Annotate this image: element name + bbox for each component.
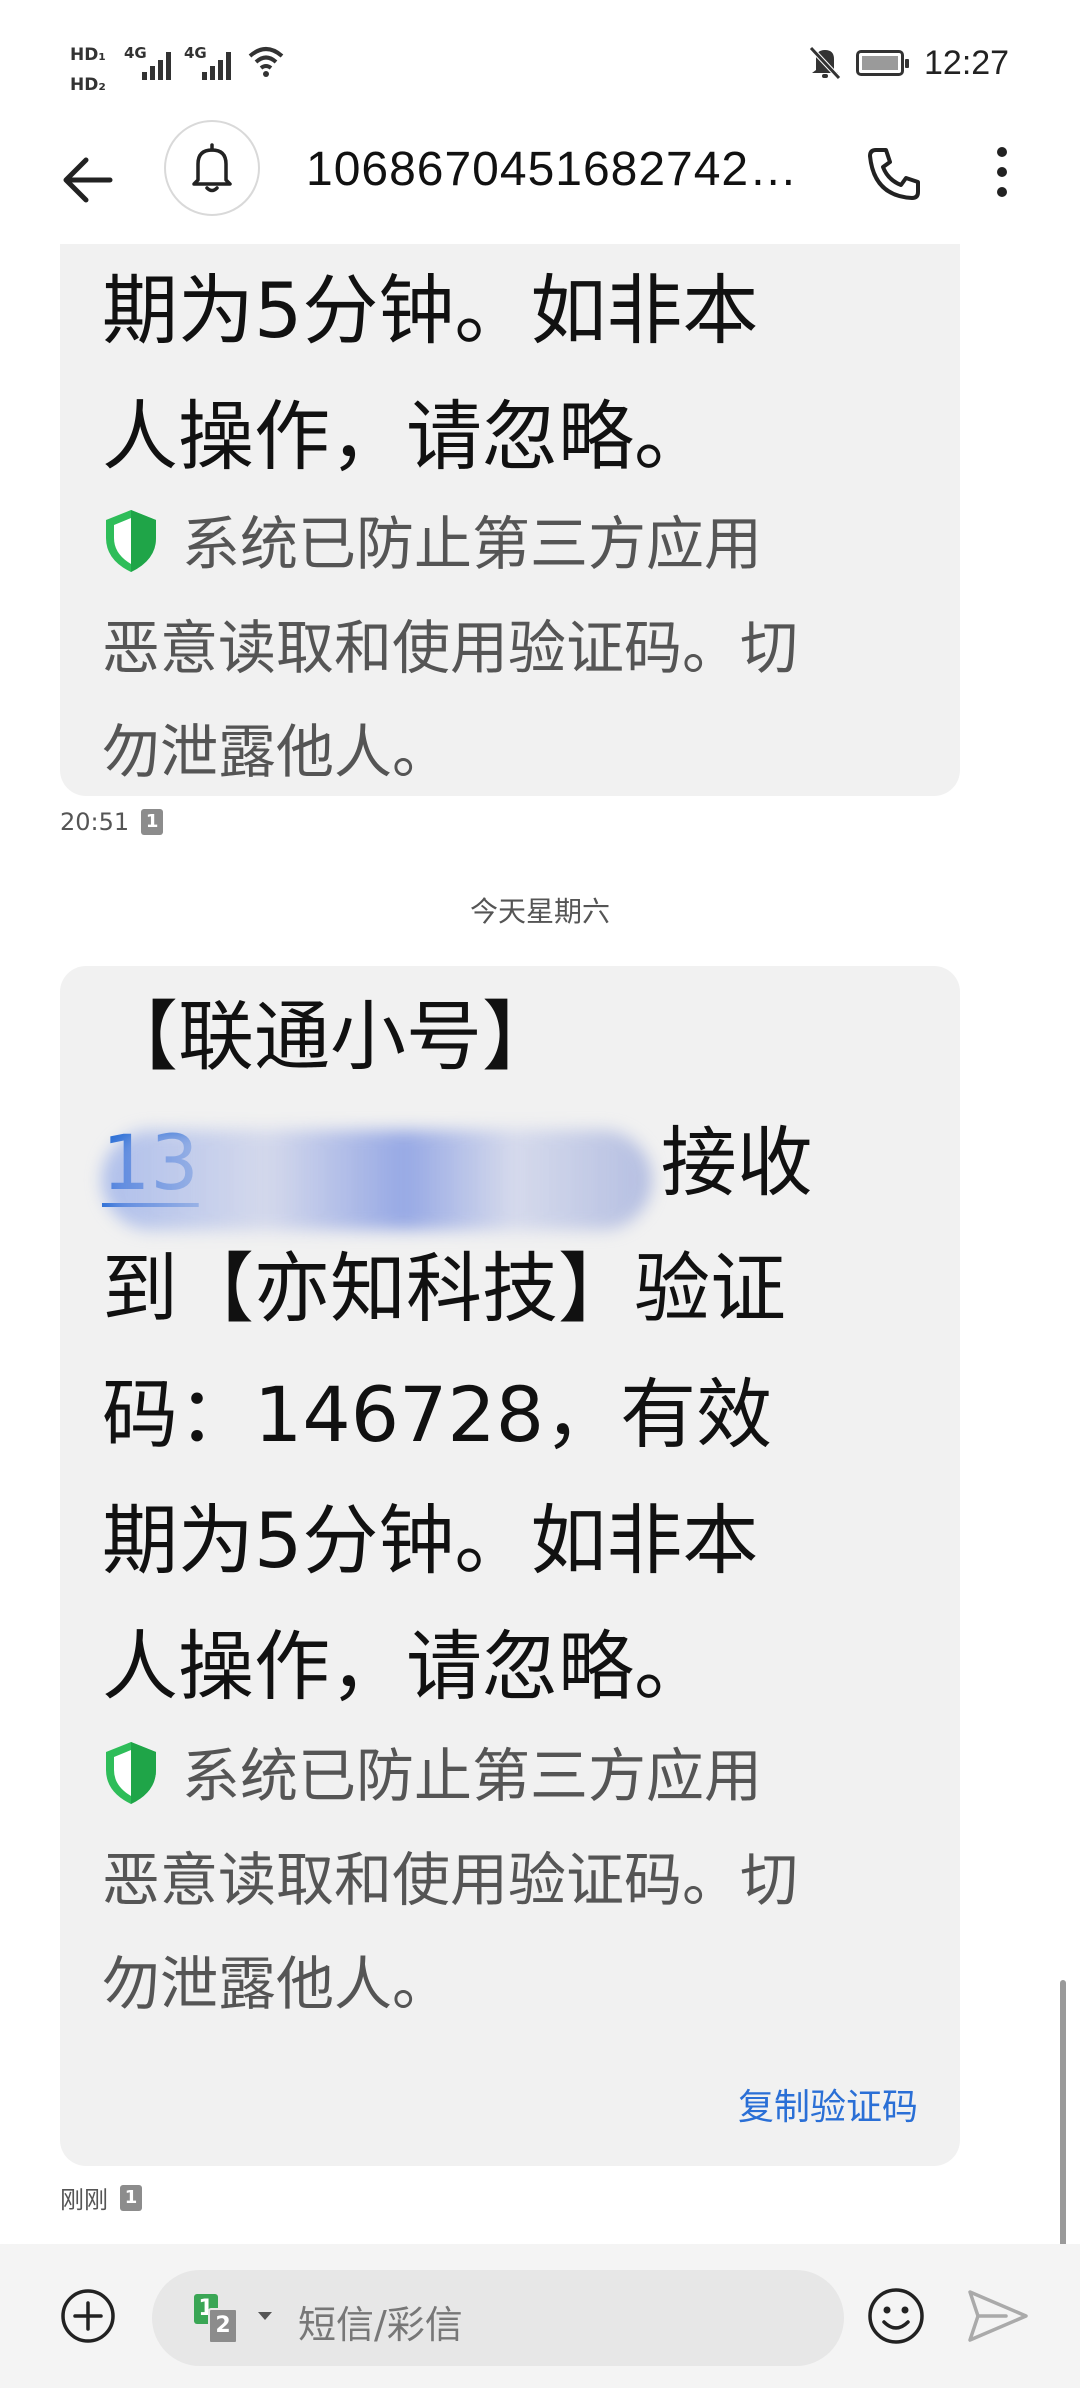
security-line: 勿泄露他人。 <box>102 1950 451 2018</box>
security-line: 系统已防止第三方应用 <box>182 1742 763 1810</box>
shield-icon <box>106 510 156 572</box>
phone-icon[interactable] <box>862 142 926 206</box>
message-time: 20:51 <box>60 808 130 836</box>
redacted-blur <box>102 1130 652 1230</box>
phone-number-link[interactable]: 13 <box>102 1118 661 1230</box>
compose-bar: 1 2 短信/彩信 <box>0 2244 1080 2388</box>
more-vertical-icon[interactable] <box>982 140 1022 204</box>
message-line: 人操作，请忽略。 <box>102 1622 710 1711</box>
shield-icon <box>106 1742 156 1804</box>
status-bar: HD₁ HD₂ 4G 4G 12:27 <box>0 0 1080 118</box>
message-body: 期为5分钟。如非本 人操作，请忽略。 <box>102 248 922 500</box>
sim-badge: 1 <box>120 2184 142 2211</box>
security-line: 系统已防止第三方应用 <box>182 510 763 578</box>
wifi-icon <box>248 47 284 77</box>
chevron-down-icon[interactable] <box>258 2312 272 2320</box>
conversation-title: 1068670451682742… <box>306 143 799 196</box>
copy-code-button[interactable]: 复制验证码 <box>738 2078 918 2130</box>
message-meta: 刚刚 1 <box>60 2180 142 2215</box>
emoji-icon[interactable] <box>866 2286 926 2346</box>
conversation-header: 1068670451682742… <box>0 118 1080 244</box>
message-time: 刚刚 <box>60 2186 108 2214</box>
sim-select-icon[interactable]: 1 2 <box>194 2294 246 2346</box>
sim-secondary: 2 <box>208 2308 238 2344</box>
send-icon[interactable] <box>966 2286 1030 2346</box>
message-body: 【联通小号】 13接收 到【亦知科技】验证 码：146728，有效 期为5分钟。… <box>102 974 922 1730</box>
message-bubble[interactable]: 【联通小号】 13接收 到【亦知科技】验证 码：146728，有效 期为5分钟。… <box>60 966 960 2166</box>
add-icon[interactable] <box>60 2288 116 2344</box>
message-line: 码：146728，有效 <box>102 1370 773 1459</box>
security-notice: 系统已防止第三方应用 恶意读取和使用验证码。切 勿泄露他人。 <box>102 1724 932 2036</box>
message-meta: 20:51 1 <box>60 808 164 836</box>
clock: 12:27 <box>924 44 1010 82</box>
signal-icon <box>202 50 236 80</box>
security-line: 勿泄露他人。 <box>102 718 451 786</box>
bell-icon <box>192 143 232 193</box>
message-line: 到【亦知科技】验证 <box>102 1244 786 1333</box>
message-line-with-number: 13接收 <box>102 1100 922 1230</box>
message-line: 期为5分钟。如非本 <box>102 1496 759 1585</box>
security-notice: 系统已防止第三方应用 恶意读取和使用验证码。切 勿泄露他人。 <box>102 492 932 804</box>
sim-badge: 1 <box>141 809 164 835</box>
message-bubble[interactable]: 期为5分钟。如非本 人操作，请忽略。 系统已防止第三方应用 恶意读取和使用验证码… <box>60 230 960 796</box>
battery-icon <box>856 50 909 76</box>
message-line: 【联通小号】 <box>102 992 558 1081</box>
hd-icon: HD₁ HD₂ <box>70 40 106 100</box>
date-separator: 今天星期六 <box>469 895 610 928</box>
signal-icon <box>142 50 176 80</box>
security-line: 恶意读取和使用验证码。切 <box>102 1846 799 1914</box>
back-arrow-icon[interactable] <box>58 148 122 212</box>
mute-icon <box>809 46 841 80</box>
security-line: 恶意读取和使用验证码。切 <box>102 614 799 682</box>
hd2-label: HD₂ <box>70 75 106 95</box>
message-line: 人操作，请忽略。 <box>102 392 710 481</box>
message-line: 期为5分钟。如非本 <box>102 266 759 355</box>
input-placeholder: 短信/彩信 <box>298 2303 463 2347</box>
scrollbar[interactable] <box>1060 1980 1066 2248</box>
contact-avatar[interactable] <box>164 120 260 216</box>
hd1-label: HD₁ <box>70 45 106 65</box>
message-input[interactable]: 1 2 短信/彩信 <box>152 2270 844 2366</box>
